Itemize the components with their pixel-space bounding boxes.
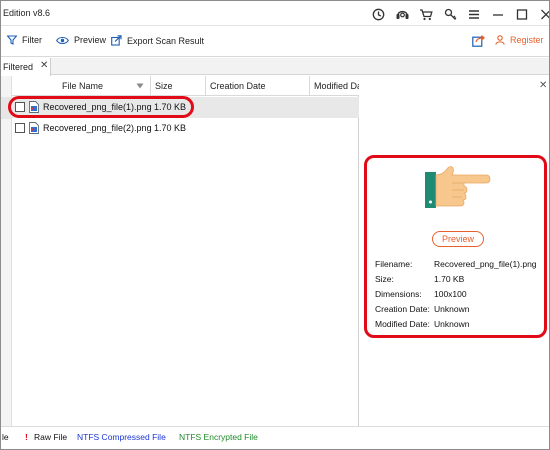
export-icon [111,35,122,46]
support-icon[interactable] [390,5,414,23]
clock-icon[interactable] [366,5,390,23]
info-value: 1.70 KB [434,274,465,284]
preview-card: Preview Filename: Recovered_png_file(1).… [364,155,547,338]
column-modified-date[interactable]: Modified Da [310,76,359,96]
left-gutter [1,76,12,426]
column-modified-date-label: Modified Da [314,81,359,91]
column-file-name[interactable]: File Name [12,76,151,96]
column-file-name-label: File Name [62,81,104,91]
export-label: Export Scan Result [127,35,205,46]
status-bar: le ! Raw File NTFS Compressed File NTFS … [1,426,549,449]
info-label: Filename: [375,259,413,269]
column-size-label: Size [155,81,173,91]
app-window: Edition v8.6 Filter Preview Export Scan … [0,0,550,450]
cart-icon[interactable] [414,5,438,23]
info-value: Recovered_png_file(1).png [434,259,537,269]
highlight-oval [8,96,194,118]
preview-toolbar-label: Preview [74,35,107,45]
filter-button[interactable]: Filter [7,35,42,45]
legend-fragment: le [2,432,9,442]
column-creation-date[interactable]: Creation Date [206,76,310,96]
file-name: Recovered_png_file(2).png [43,123,152,133]
menu-icon[interactable] [462,5,486,23]
app-title: Edition v8.6 [3,8,51,18]
user-icon [495,35,505,45]
filter-icon [7,35,17,45]
legend-raw-file: Raw File [34,432,68,442]
row-checkbox[interactable] [15,123,25,133]
file-size: 1.70 KB [154,123,187,133]
legend-ntfs-encrypted: NTFS Encrypted File [179,432,258,442]
tab-close-icon[interactable]: ✕ [40,61,48,71]
info-value: 100x100 [434,289,467,299]
export-scan-result-button[interactable]: Export Scan Result [111,35,204,46]
filter-label: Filter [22,35,42,45]
raw-file-marker-icon: ! [25,432,28,442]
register-button[interactable]: Register [495,35,544,45]
minimize-icon[interactable] [486,5,510,23]
preview-panel: ✕ Preview Filename: Recovered_png_file(1… [360,76,549,426]
register-label: Register [510,35,544,45]
eye-icon [56,36,69,44]
info-label: Modified Date: [375,319,430,329]
sort-down-icon[interactable] [136,83,144,89]
info-label: Creation Date: [375,304,430,314]
png-file-icon [29,122,39,134]
close-icon[interactable] [534,5,549,23]
share-icon[interactable] [472,35,485,49]
info-value: Unknown [434,319,470,329]
column-size[interactable]: Size [151,76,206,96]
info-value: Unknown [434,304,470,314]
table-row[interactable]: Recovered_png_file(1).png 1.70 KB [8,96,359,118]
tab-strip: Filtered ✕ [1,58,549,76]
tab-filtered[interactable]: Filtered ✕ [1,58,51,76]
pointing-hand-icon [425,166,491,208]
info-label: Dimensions: [375,289,422,299]
column-creation-date-label: Creation Date [210,81,266,91]
info-label: Size: [375,274,394,284]
preview-toolbar-button[interactable]: Preview [56,35,106,45]
maximize-icon[interactable] [510,5,534,23]
title-bar-controls [366,4,549,24]
panel-close-icon[interactable]: ✕ [539,80,547,91]
toolbar: Filter Preview Export Scan Result Regist… [1,27,549,57]
column-header: File Name Size Creation Date Modified Da [12,76,359,96]
file-list: File Name Size Creation Date Modified Da… [8,76,359,426]
legend-ntfs-compressed: NTFS Compressed File [77,432,166,442]
table-row[interactable]: Recovered_png_file(2).png 1.70 KB [12,118,359,139]
key-icon[interactable] [438,5,462,23]
title-bar: Edition v8.6 [1,1,549,26]
preview-button[interactable]: Preview [432,231,484,247]
tab-filtered-label: Filtered [3,62,34,72]
